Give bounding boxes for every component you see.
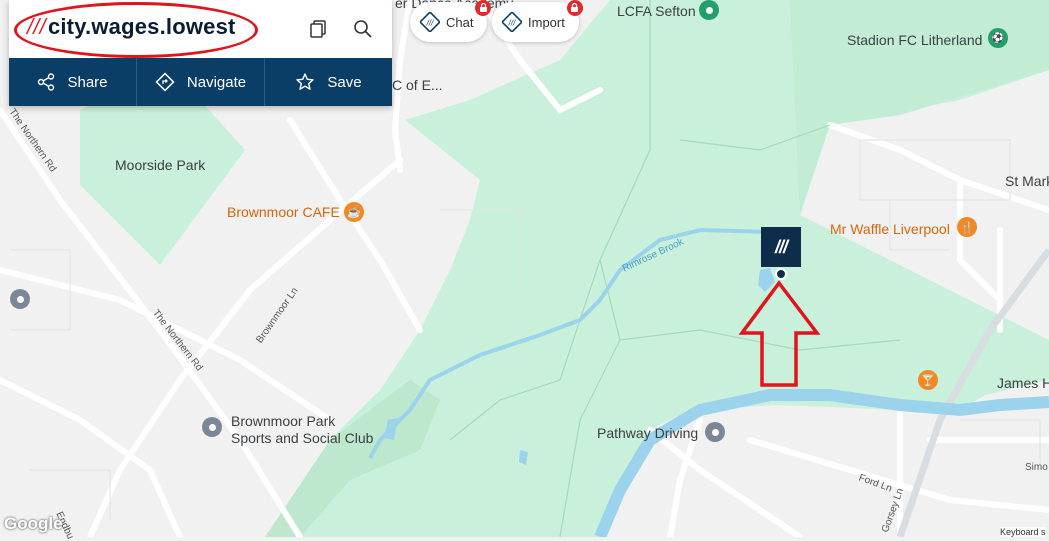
navigate-button[interactable]: Navigate bbox=[137, 58, 265, 106]
address-header: ///city.wages.lowest bbox=[9, 0, 392, 58]
lcfa-pin-icon[interactable] bbox=[699, 0, 719, 20]
restaurant-pin-icon[interactable]: 🍴 bbox=[957, 217, 977, 237]
label-james: James H bbox=[997, 375, 1049, 391]
label-brownmoor-cafe[interactable]: Brownmoor CAFE bbox=[227, 204, 340, 220]
google-logo[interactable]: Google bbox=[4, 514, 63, 534]
import-icon: /// bbox=[502, 12, 522, 32]
search-button[interactable] bbox=[350, 16, 376, 42]
label-mr-waffle[interactable]: Mr Waffle Liverpool bbox=[830, 221, 950, 237]
label-lcfa-sefton[interactable]: LCFA Sefton bbox=[617, 3, 696, 19]
import-label: Import bbox=[528, 14, 565, 30]
brownmoor-park-pin-icon[interactable] bbox=[202, 417, 222, 437]
bar-pin-icon[interactable]: 🍸 bbox=[918, 370, 938, 390]
svg-text:///: /// bbox=[508, 19, 516, 28]
left-pin-icon[interactable] bbox=[10, 289, 30, 309]
import-button[interactable]: /// Import bbox=[492, 0, 583, 42]
star-icon bbox=[296, 73, 315, 90]
label-brownmoor-park-1[interactable]: Brownmoor Park bbox=[231, 413, 335, 429]
save-button[interactable]: Save bbox=[265, 58, 392, 106]
label-brownmoor-park-2[interactable]: Sports and Social Club bbox=[231, 430, 373, 446]
location-marker[interactable]: /// bbox=[761, 227, 801, 267]
action-bar: Share Navigate Save bbox=[9, 58, 392, 106]
label-pathway-driving[interactable]: Pathway Driving bbox=[597, 425, 698, 441]
label-st-mark: St Mark bbox=[1005, 173, 1049, 189]
navigate-label: Navigate bbox=[186, 73, 247, 91]
copy-button[interactable] bbox=[305, 16, 331, 42]
share-button[interactable]: Share bbox=[9, 58, 137, 106]
label-c-of-e: C of E... bbox=[392, 77, 443, 93]
search-icon bbox=[354, 20, 372, 38]
cafe-pin-icon[interactable]: ☕ bbox=[344, 202, 364, 222]
label-simo: Simo bbox=[1025, 462, 1048, 473]
annotation-oval bbox=[14, 2, 258, 58]
lock-icon bbox=[566, 0, 583, 16]
location-marker-dot bbox=[775, 268, 787, 280]
svg-text:///: /// bbox=[426, 19, 434, 28]
address-card: ///city.wages.lowest Share Navigate Save bbox=[9, 0, 392, 106]
label-stadion-fc[interactable]: Stadion FC Litherland bbox=[847, 32, 982, 48]
navigate-icon bbox=[155, 72, 175, 92]
chat-icon: /// bbox=[420, 12, 440, 32]
share-icon bbox=[38, 73, 55, 91]
label-moorside-park: Moorside Park bbox=[115, 157, 206, 173]
copy-icon bbox=[310, 20, 326, 38]
save-label: Save bbox=[327, 73, 362, 91]
share-label: Share bbox=[67, 73, 108, 91]
keyboard-shortcuts-link[interactable]: Keyboard s bbox=[1000, 527, 1046, 537]
chat-button[interactable]: /// Chat bbox=[410, 0, 492, 42]
chat-label: Chat bbox=[446, 14, 474, 30]
stadion-pin-icon[interactable]: ⚽ bbox=[988, 28, 1008, 48]
pathway-pin-icon[interactable] bbox=[705, 422, 725, 442]
